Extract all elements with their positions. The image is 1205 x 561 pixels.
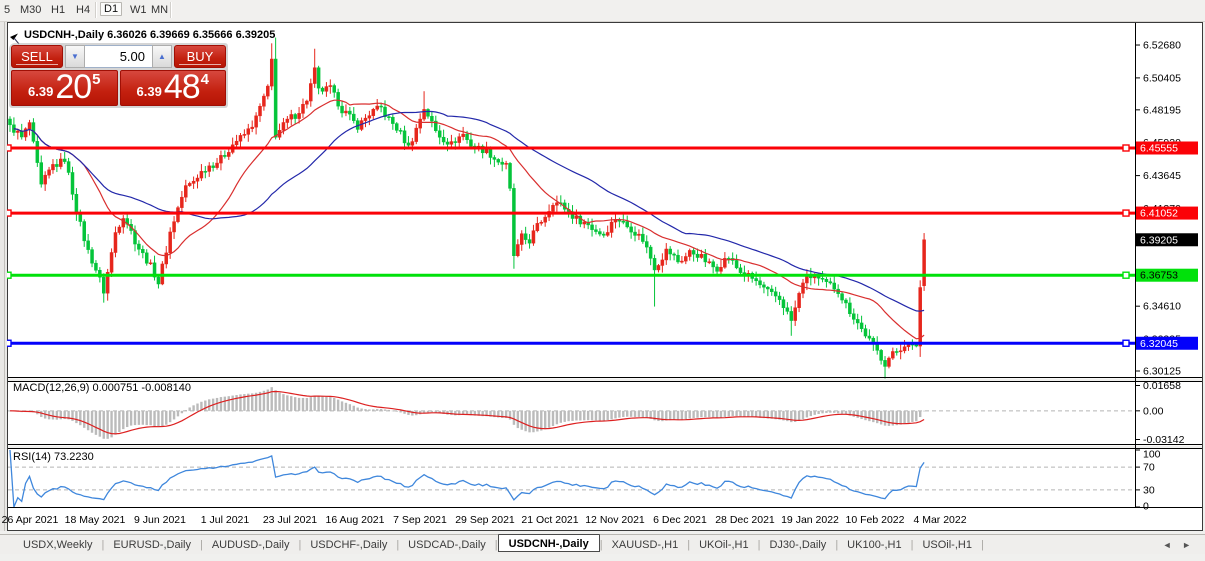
svg-text:6.36753: 6.36753: [1140, 270, 1178, 282]
toolbar-separator: [170, 2, 172, 18]
date-axis[interactable]: 26 Apr 2021 18 May 2021 9 Jun 2021 1 Jul 20…: [2, 514, 967, 526]
timeframe-h1[interactable]: H1: [48, 3, 68, 17]
svg-text:23 Jul 2021: 23 Jul 2021: [263, 514, 317, 526]
one-click-trading-panel: SELL ▼ 5.00 ▲ BUY 6.39 20 5 6.39 48 4: [9, 43, 228, 108]
sell-button[interactable]: SELL: [11, 45, 63, 68]
sell-price-pip: 5: [92, 71, 101, 88]
tab-scroll-arrows[interactable]: ◄ ►: [1163, 540, 1205, 550]
timeframe-toolbar: 5 M30 H1 H4 D1 W1 MN: [0, 0, 1205, 22]
tab-audusd-daily[interactable]: AUDUSD-,Daily: [203, 538, 299, 552]
toolbar-separator: [95, 2, 97, 18]
tab-uk100-h1[interactable]: UK100-,H1: [838, 538, 910, 552]
svg-text:16 Aug 2021: 16 Aug 2021: [326, 514, 385, 526]
svg-text:28 Dec 2021: 28 Dec 2021: [715, 514, 775, 526]
svg-text:30: 30: [1143, 484, 1155, 496]
timeframe-w1[interactable]: W1: [127, 3, 150, 17]
svg-text:7 Sep 2021: 7 Sep 2021: [393, 514, 447, 526]
svg-text:0.01658: 0.01658: [1143, 380, 1181, 392]
volume-control: ▼ 5.00 ▲: [65, 45, 172, 68]
trading-terminal: { "toolbar": { "items": [ {"label": "5",…: [0, 0, 1205, 561]
tab-dj30-daily[interactable]: DJ30-,Daily: [760, 538, 835, 552]
svg-text:100: 100: [1143, 449, 1161, 461]
symbol-tab-bar: USDX,Weekly | EURUSD-,Daily | AUDUSD-,Daily |…: [0, 534, 1205, 554]
svg-text:9 Jun 2021: 9 Jun 2021: [134, 514, 186, 526]
svg-text:6.41052: 6.41052: [1140, 208, 1178, 220]
svg-text:6.30125: 6.30125: [1143, 366, 1181, 378]
svg-text:0.00: 0.00: [1143, 405, 1164, 417]
tab-usdcnh-daily[interactable]: USDCNH-,Daily: [497, 534, 600, 552]
sell-price-prefix: 6.39: [28, 84, 54, 99]
tab-usdchf-daily[interactable]: USDCHF-,Daily: [301, 538, 396, 552]
timeframe-5[interactable]: 5: [1, 3, 13, 17]
svg-text:12 Nov 2021: 12 Nov 2021: [585, 514, 645, 526]
svg-text:6.39205: 6.39205: [1140, 234, 1178, 246]
volume-increase-button[interactable]: ▲: [152, 45, 172, 68]
tab-usdx-weekly[interactable]: USDX,Weekly: [14, 538, 101, 552]
svg-text:6.43645: 6.43645: [1143, 170, 1181, 182]
svg-text:18 May 2021: 18 May 2021: [65, 514, 126, 526]
svg-text:0: 0: [1143, 501, 1149, 513]
svg-text:USDCNH-,Daily 6.36026 6.39669: USDCNH-,Daily 6.36026 6.39669 6.35666 6.…: [24, 29, 275, 41]
svg-text:21 Oct 2021: 21 Oct 2021: [521, 514, 578, 526]
svg-text:6.32045: 6.32045: [1140, 338, 1178, 350]
svg-text:19 Jan 2022: 19 Jan 2022: [781, 514, 839, 526]
timeframe-m30[interactable]: M30: [17, 3, 44, 17]
svg-text:6.48195: 6.48195: [1143, 104, 1181, 116]
svg-text:-0.03142: -0.03142: [1143, 434, 1185, 446]
tab-eurusd-daily[interactable]: EURUSD-,Daily: [104, 538, 200, 552]
volume-decrease-button[interactable]: ▼: [65, 45, 85, 68]
trade-top-row: SELL ▼ 5.00 ▲ BUY: [11, 45, 226, 68]
svg-text:4 Mar 2022: 4 Mar 2022: [913, 514, 966, 526]
timeframe-mn[interactable]: MN: [148, 3, 171, 17]
tab-xauusd-h1[interactable]: XAUUSD-,H1: [603, 538, 688, 552]
svg-text:6.34610: 6.34610: [1143, 301, 1181, 313]
tab-usoil-h1[interactable]: USOil-,H1: [913, 538, 981, 552]
buy-button[interactable]: BUY: [174, 45, 226, 68]
svg-text:6 Dec 2021: 6 Dec 2021: [653, 514, 707, 526]
svg-text:6.52680: 6.52680: [1143, 40, 1181, 52]
tab-usdcad-daily[interactable]: USDCAD-,Daily: [399, 538, 495, 552]
svg-text:MACD(12,26,9) 0.000751 -0.0081: MACD(12,26,9) 0.000751 -0.008140: [13, 382, 191, 394]
timeframe-d1[interactable]: D1: [100, 2, 123, 16]
svg-text:6.45555: 6.45555: [1140, 142, 1178, 154]
svg-text:RSI(14) 73.2230: RSI(14) 73.2230: [13, 451, 94, 463]
svg-text:70: 70: [1143, 462, 1155, 474]
trade-price-row: 6.39 20 5 6.39 48 4: [11, 70, 226, 106]
tab-separator: |: [980, 538, 984, 551]
svg-text:1 Jul 2021: 1 Jul 2021: [201, 514, 250, 526]
tab-ukoil-h1[interactable]: UKOil-,H1: [690, 538, 758, 552]
svg-text:26 Apr 2021: 26 Apr 2021: [2, 514, 59, 526]
svg-text:29 Sep 2021: 29 Sep 2021: [455, 514, 515, 526]
svg-text:10 Feb 2022: 10 Feb 2022: [846, 514, 905, 526]
sell-price-panel[interactable]: 6.39 20 5: [11, 70, 118, 106]
timeframe-h4[interactable]: H4: [73, 3, 93, 17]
buy-price-prefix: 6.39: [136, 84, 162, 99]
sell-price-big: 20: [55, 68, 92, 106]
buy-price-big: 48: [163, 68, 201, 106]
volume-input[interactable]: 5.00: [85, 45, 152, 68]
buy-price-pip: 4: [200, 71, 209, 88]
svg-text:6.50405: 6.50405: [1143, 72, 1181, 84]
buy-price-panel[interactable]: 6.39 48 4: [119, 68, 226, 106]
